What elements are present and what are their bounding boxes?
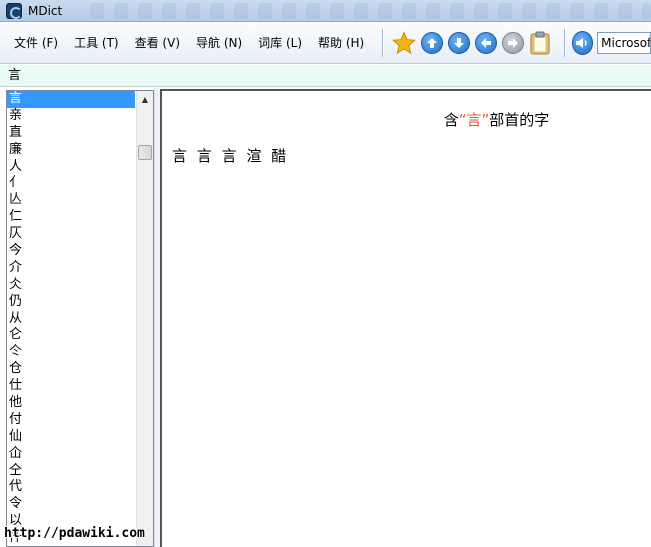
scroll-up-icon[interactable]: ▲ <box>137 91 153 108</box>
word-list-item[interactable]: 仙 <box>7 429 135 446</box>
word-list-item[interactable]: 言 <box>7 91 135 108</box>
word-list-item[interactable]: 仕 <box>7 378 135 395</box>
word-list-item[interactable]: 仌 <box>7 277 135 294</box>
word-list-item[interactable]: 仄 <box>7 226 135 243</box>
scroll-thumb[interactable] <box>138 145 152 160</box>
back-icon <box>474 32 497 54</box>
word-list-item[interactable]: 仑 <box>7 327 135 344</box>
clipboard-button[interactable] <box>529 30 552 56</box>
search-input[interactable] <box>4 66 644 85</box>
toolbar: 文件 (F) 工具 (T) 查看 (V) 导航 (N) 词库 (L) 帮助 (H… <box>0 23 651 64</box>
watermark: http://pdawiki.com <box>4 526 145 541</box>
app-icon <box>6 2 22 19</box>
word-list-item[interactable]: 亲 <box>7 108 135 125</box>
word-list-item[interactable]: 今 <box>7 243 135 260</box>
word-list-item[interactable]: 他 <box>7 395 135 412</box>
word-list-scrollbar[interactable]: ▲ <box>136 91 153 546</box>
back-button[interactable] <box>474 30 497 56</box>
speaker-icon <box>576 38 588 48</box>
forward-icon <box>502 32 524 54</box>
menu-help[interactable]: 帮助 (H) <box>310 31 372 55</box>
radical-heading: 含“言”部首的字 <box>162 109 651 130</box>
word-list-panel: 言亲直廉人亻亾仁仄今介仌仍从仑仒仓仕他付仙仚仝代令以仟 ▲ <box>6 90 154 547</box>
heading-prefix: 含 <box>443 111 459 129</box>
character-link[interactable]: 言 <box>172 147 187 165</box>
title-bar: MDict <box>0 0 651 22</box>
word-list-item[interactable]: 仒 <box>7 344 135 361</box>
word-list-item[interactable]: 仁 <box>7 209 135 226</box>
menu-file[interactable]: 文件 (F) <box>6 31 66 55</box>
character-link[interactable]: 言 <box>197 147 212 165</box>
word-list-item[interactable]: 仚 <box>7 446 135 463</box>
word-list-item[interactable]: 仓 <box>7 361 135 378</box>
word-list-item[interactable]: 直 <box>7 125 135 142</box>
word-list-item[interactable]: 代 <box>7 479 135 496</box>
arrow-up-icon <box>420 32 443 54</box>
word-list-item[interactable]: 仝 <box>7 463 135 480</box>
font-select[interactable]: Microsoft <box>597 32 651 54</box>
word-list-item[interactable]: 亾 <box>7 192 135 209</box>
search-bar <box>0 65 651 87</box>
menu-tools[interactable]: 工具 (T) <box>66 31 127 55</box>
arrow-down-icon <box>447 32 470 54</box>
word-list-item[interactable]: 人 <box>7 159 135 176</box>
menu-view[interactable]: 查看 (V) <box>127 31 188 55</box>
favorite-star-icon <box>392 31 417 55</box>
window-title: MDict <box>28 3 63 18</box>
heading-radical: 言 <box>466 111 482 129</box>
character-link[interactable]: 言 <box>222 147 237 165</box>
word-list: 言亲直廉人亻亾仁仄今介仌仍从仑仒仓仕他付仙仚仝代令以仟 <box>7 91 135 546</box>
forward-button[interactable] <box>501 30 524 56</box>
menu-navigate[interactable]: 导航 (N) <box>188 31 250 55</box>
next-entry-button[interactable] <box>447 30 470 56</box>
word-list-item[interactable]: 仍 <box>7 294 135 311</box>
favorite-button[interactable] <box>392 30 417 56</box>
toolbar-separator <box>382 29 385 57</box>
prev-entry-button[interactable] <box>420 30 443 56</box>
word-list-item[interactable]: 付 <box>7 412 135 429</box>
word-list-item[interactable]: 亻 <box>7 175 135 192</box>
word-list-item[interactable]: 介 <box>7 260 135 277</box>
speaker-button[interactable] <box>571 31 594 55</box>
toolbar-separator <box>563 29 566 57</box>
word-list-item[interactable]: 令 <box>7 496 135 513</box>
content-panel: 含“言”部首的字 言 言 言 渲 醋 <box>160 89 651 547</box>
title-bar-decoration <box>90 3 651 19</box>
character-link[interactable]: 渲 <box>246 147 261 165</box>
character-list: 言 言 言 渲 醋 <box>172 145 291 166</box>
heading-suffix: 部首的字 <box>489 111 550 129</box>
character-link[interactable]: 醋 <box>271 147 286 165</box>
clipboard-icon <box>530 31 550 55</box>
word-list-item[interactable]: 廉 <box>7 142 135 159</box>
menu-library[interactable]: 词库 (L) <box>250 31 310 55</box>
word-list-item[interactable]: 从 <box>7 311 135 328</box>
